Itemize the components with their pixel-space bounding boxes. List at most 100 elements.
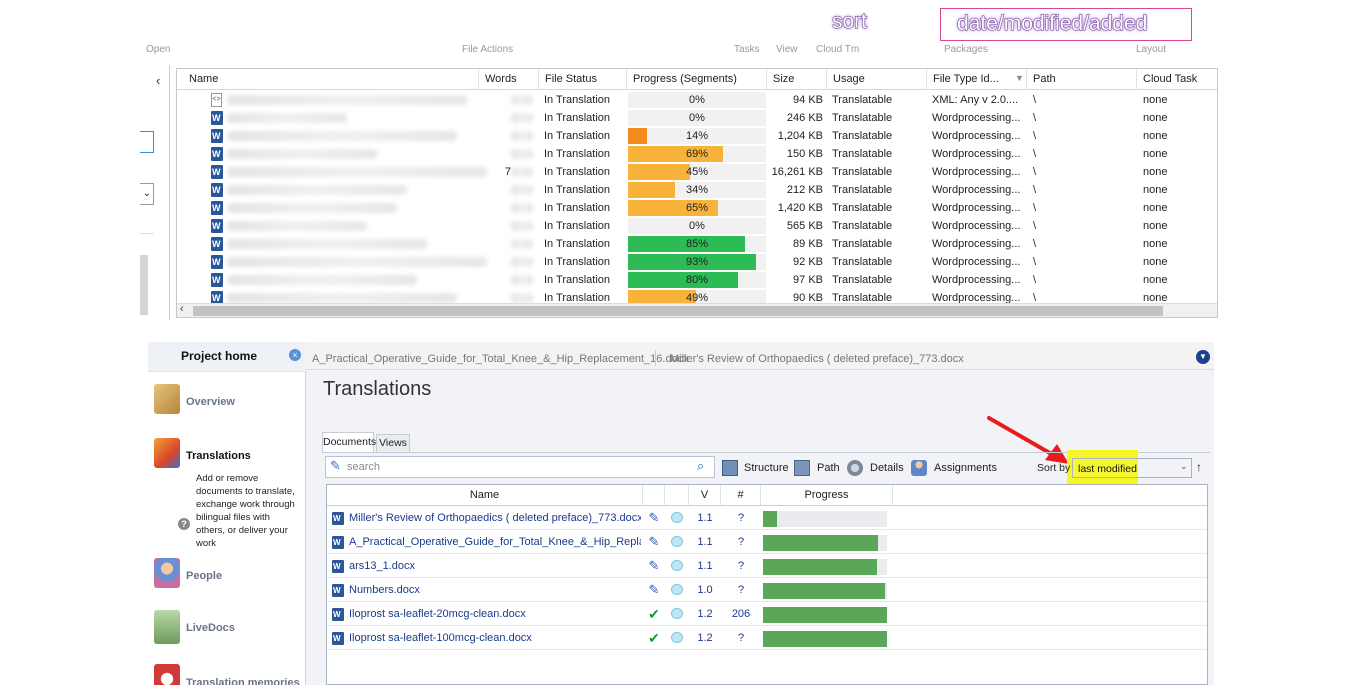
horizontal-scrollbar[interactable]: ‹ <box>177 303 1217 317</box>
checkmark-icon[interactable]: ✔ <box>643 602 665 626</box>
file-row[interactable]: In Translation 150 KB Translatable Wordproc… <box>177 145 1217 163</box>
search-icon[interactable]: ⌕ <box>697 458 704 474</box>
sidebar-item-translation-memories[interactable]: Translation memories <box>154 664 304 685</box>
checkmark-icon[interactable]: ✔ <box>643 626 665 650</box>
structure-button[interactable]: Structure <box>722 458 789 478</box>
col-doc-state[interactable] <box>643 485 665 505</box>
col-cloud-task[interactable]: Cloud Task <box>1137 69 1217 90</box>
file-size: 1,204 KB <box>777 130 823 142</box>
search-input[interactable]: ✎ search ⌕ <box>325 456 715 478</box>
file-type: Wordprocessing... <box>932 148 1021 160</box>
comment-bubble-icon[interactable] <box>665 602 689 626</box>
document-row[interactable]: Iloprost sa-leaflet-20mcg-clean.docx✔ 1.2… <box>327 602 1207 626</box>
xml-file-icon: <> <box>211 93 222 107</box>
document-name-link[interactable]: Iloprost sa-leaflet-20mcg-clean.docx <box>349 602 641 626</box>
col-words[interactable]: Words <box>479 69 539 90</box>
document-row[interactable]: Numbers.docx✎ 1.0? <box>327 578 1207 602</box>
file-size: 150 KB <box>786 148 823 160</box>
project-tile-edge[interactable] <box>140 131 154 153</box>
file-row[interactable]: In Translation 92 KB Translatable Wordproce… <box>177 253 1217 271</box>
word-file-icon <box>332 536 344 549</box>
word-file-icon <box>211 129 223 143</box>
sort-desc-icon[interactable]: ▼ <box>1015 73 1024 83</box>
edit-icon[interactable]: ✎ <box>643 578 665 602</box>
menu-layout[interactable]: Layout <box>1136 44 1166 54</box>
comment-bubble-icon[interactable] <box>665 530 689 554</box>
document-name-link[interactable]: ars13_1.docx <box>349 554 641 578</box>
document-row[interactable]: A_Practical_Operative_Guide_for_Total_Kn… <box>327 530 1207 554</box>
document-name-link[interactable]: Numbers.docx <box>349 578 641 602</box>
file-row[interactable]: In Translation 97 KB Translatable Wordproce… <box>177 271 1217 289</box>
sort-by-select[interactable]: last modified ⌄ <box>1072 458 1192 478</box>
document-row[interactable]: Iloprost sa-leaflet-100mcg-clean.docx✔ 1.… <box>327 626 1207 650</box>
side-scrollbar[interactable] <box>140 255 148 315</box>
word-file-icon <box>211 111 223 125</box>
collapse-chevron-icon[interactable]: ‹ <box>156 73 160 88</box>
tab-doc-2[interactable]: Miller's Review of Orthopaedics ( delete… <box>670 342 964 370</box>
file-row[interactable]: In Translation 1,204 KB Translatable Wordpr… <box>177 127 1217 145</box>
file-row[interactable]: In Translation 212 KB Translatable Wordproc… <box>177 181 1217 199</box>
menu-cloud-tm[interactable]: Cloud Tm <box>816 44 859 54</box>
file-row[interactable]: 7 In Translation 16,261 KB Translatable Word… <box>177 163 1217 181</box>
col-usage[interactable]: Usage <box>827 69 927 90</box>
menu-packages[interactable]: Packages <box>944 44 988 54</box>
word-file-icon <box>332 560 344 573</box>
document-name-link[interactable]: A_Practical_Operative_Guide_for_Total_Kn… <box>349 530 641 554</box>
edit-icon[interactable]: ✎ <box>643 506 665 530</box>
scroll-left-icon[interactable]: ‹ <box>180 303 184 315</box>
document-row[interactable]: ars13_1.docx✎ 1.1? <box>327 554 1207 578</box>
file-row[interactable]: <> In Translation 94 KB Translatable XML: An… <box>177 91 1217 109</box>
document-count: ? <box>737 584 745 596</box>
col-doc-name[interactable]: Name <box>327 485 643 505</box>
tab-documents[interactable]: Documents <box>322 432 376 452</box>
scroll-thumb[interactable] <box>193 306 1163 316</box>
col-size[interactable]: Size <box>767 69 827 90</box>
tab-views[interactable]: Views <box>376 434 410 452</box>
details-button[interactable]: Details <box>847 458 904 478</box>
sort-direction-icon[interactable]: ↑ <box>1196 460 1202 474</box>
col-path[interactable]: Path <box>1027 69 1137 90</box>
col-doc-comments[interactable] <box>665 485 689 505</box>
file-row[interactable]: In Translation 89 KB Translatable Wordproce… <box>177 235 1217 253</box>
col-name[interactable]: Name <box>183 69 479 90</box>
progress-bar: 93% <box>628 254 766 270</box>
redacted-filename <box>227 131 457 141</box>
col-file-type[interactable]: File Type Id... <box>927 69 1027 90</box>
col-file-status[interactable]: File Status <box>539 69 627 90</box>
document-name-link[interactable]: Iloprost sa-leaflet-100mcg-clean.docx <box>349 626 641 650</box>
file-row[interactable]: In Translation 1,420 KB Translatable Wordpr… <box>177 199 1217 217</box>
comment-bubble-icon[interactable] <box>665 626 689 650</box>
document-name-link[interactable]: Miller's Review of Orthopaedics ( delete… <box>349 506 641 530</box>
path-icon <box>794 460 810 476</box>
file-row[interactable]: In Translation 246 KB Translatable Wordproc… <box>177 109 1217 127</box>
menu-file-actions[interactable]: File Actions <box>462 44 513 54</box>
sidebar-item-overview[interactable]: Overview <box>154 384 304 418</box>
comment-bubble-icon[interactable] <box>665 506 689 530</box>
edit-icon[interactable]: ✎ <box>643 530 665 554</box>
document-row[interactable]: Miller's Review of Orthopaedics ( delete… <box>327 506 1207 530</box>
close-icon[interactable]: × <box>289 349 301 361</box>
comment-bubble-icon[interactable] <box>665 554 689 578</box>
menu-tasks[interactable]: Tasks <box>734 44 760 54</box>
tab-menu-icon[interactable]: ▼ <box>1196 350 1210 364</box>
edit-icon[interactable]: ✎ <box>643 554 665 578</box>
col-doc-progress[interactable]: Progress <box>761 485 893 505</box>
path-button[interactable]: Path <box>794 458 840 478</box>
col-doc-version[interactable]: V <box>689 485 721 505</box>
col-progress[interactable]: Progress (Segments) <box>627 69 767 90</box>
comment-bubble-icon[interactable] <box>665 578 689 602</box>
col-doc-count[interactable]: # <box>721 485 761 505</box>
file-status: In Translation <box>544 184 611 196</box>
sidebar-item-livedocs[interactable]: LiveDocs <box>154 610 304 646</box>
assignments-button[interactable]: Assignments <box>911 458 997 478</box>
menu-open[interactable]: Open <box>146 44 170 54</box>
help-icon[interactable]: ? <box>178 518 190 530</box>
document-count: ? <box>737 536 745 548</box>
sidebar-item-people[interactable]: People <box>154 558 304 592</box>
tab-doc-1[interactable]: A_Practical_Operative_Guide_for_Total_Kn… <box>312 342 689 370</box>
file-row[interactable]: In Translation 565 KB Translatable Wordproc… <box>177 217 1217 235</box>
file-words <box>477 127 511 145</box>
menu-view[interactable]: View <box>776 44 798 54</box>
sidebar-item-translations[interactable]: Translations Add or remove documents to … <box>154 438 304 549</box>
dropdown-chevron-icon[interactable]: ⌄ <box>140 183 154 205</box>
